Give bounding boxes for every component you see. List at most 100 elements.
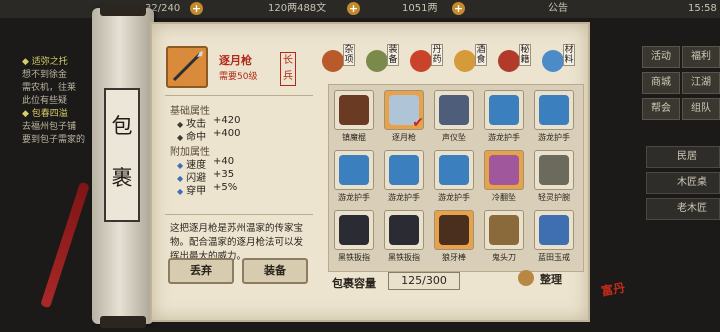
item-icon	[489, 215, 519, 245]
category-tab[interactable]: 材料	[542, 44, 588, 74]
item-icon	[339, 215, 369, 245]
location-row[interactable]: 民居	[646, 146, 720, 168]
divider	[165, 214, 313, 215]
attribute-value: +40	[213, 156, 235, 167]
item-icon	[489, 155, 519, 185]
inventory-slot[interactable]	[484, 210, 524, 250]
inventory-slot[interactable]	[334, 150, 374, 190]
item-icon	[389, 155, 419, 185]
selected-item-requirement: 需要50级	[219, 72, 258, 82]
item-icon	[339, 155, 369, 185]
item-icon	[539, 155, 569, 185]
item-name-label: 狼牙棒	[442, 253, 466, 262]
category-icon	[366, 50, 388, 72]
item-name-label: 黑铁扳指	[338, 253, 370, 262]
ranking-button[interactable]: 江湖	[682, 72, 720, 94]
spear-icon	[172, 51, 203, 82]
inventory-slot[interactable]	[384, 210, 424, 250]
clock: 15:58	[688, 3, 717, 14]
inventory-slot[interactable]	[434, 210, 474, 250]
selected-item-type: 长兵	[280, 52, 296, 86]
item-name-label: 游龙护手	[338, 193, 370, 202]
add-silver-button[interactable]: +	[347, 2, 360, 15]
category-icon	[498, 50, 520, 72]
category-tab[interactable]: 秘籍	[498, 44, 544, 74]
item-icon	[439, 155, 469, 185]
attribute-value: +400	[213, 128, 241, 139]
attribute-name: 命中	[186, 132, 207, 143]
capacity-label: 包裹容量	[332, 277, 376, 290]
equip-button[interactable]: 装备	[242, 258, 308, 284]
bag-title-char: 包	[111, 114, 133, 138]
scroll-tassel	[40, 181, 90, 309]
inventory-slot[interactable]	[484, 150, 524, 190]
category-tab[interactable]: 装备	[366, 44, 412, 74]
category-icon	[322, 50, 344, 72]
silver-readout: 120两488文	[268, 3, 327, 14]
item-name-label: 冷翻坠	[492, 193, 516, 202]
item-name-label: 逐月枪	[392, 133, 416, 142]
bag-icon	[518, 270, 534, 286]
right-side-menu: 活动 福利 商城 江湖 帮会 组队 民居 木匠桌 老木匠	[636, 38, 720, 298]
activity-button[interactable]: 活动	[642, 46, 680, 68]
quest-line: 需农机，往莱	[22, 83, 77, 93]
category-tab[interactable]: 丹药	[410, 44, 456, 74]
item-name-label: 游龙护手	[538, 133, 570, 142]
inventory-slot[interactable]	[534, 210, 574, 250]
add-gold-button[interactable]: +	[452, 2, 465, 15]
scroll-cap	[100, 4, 146, 16]
category-label: 酒食	[475, 44, 487, 66]
location-row[interactable]: 木匠桌	[646, 172, 720, 194]
inventory-slot[interactable]	[384, 150, 424, 190]
quest-line: 此位有些疑	[22, 96, 68, 106]
attribute-row: ◆ 命中 +400	[177, 128, 241, 143]
attribute-value: +420	[213, 115, 241, 126]
inventory-slot[interactable]	[534, 150, 574, 190]
party-button[interactable]: 组队	[682, 98, 720, 120]
attribute-value: +5%	[213, 182, 238, 193]
notice-button[interactable]: 公告	[548, 2, 568, 16]
category-icon	[410, 50, 432, 72]
selected-item-name: 逐月枪	[219, 54, 252, 67]
inventory-slot[interactable]	[434, 150, 474, 190]
item-icon	[439, 95, 469, 125]
item-icon	[389, 215, 419, 245]
category-label: 材料	[563, 44, 575, 66]
item-name-label: 蓝田玉戒	[538, 253, 570, 262]
welfare-button[interactable]: 福利	[682, 46, 720, 68]
item-icon	[539, 95, 569, 125]
guild-button[interactable]: 帮会	[642, 98, 680, 120]
attribute-value: +35	[213, 169, 235, 180]
sort-label: 整理	[540, 273, 562, 286]
gold-readout: 1051两	[402, 3, 438, 14]
item-name-label: 声仪坠	[442, 133, 466, 142]
add-stamina-button[interactable]: +	[190, 2, 203, 15]
discard-button[interactable]: 丢弃	[168, 258, 234, 284]
selected-check-icon: ✔	[412, 115, 424, 131]
item-name-label: 鬼头刀	[492, 253, 516, 262]
quest-title: ◆ 适弥之托	[22, 57, 68, 67]
inventory-slot[interactable]	[534, 90, 574, 130]
inventory-slot[interactable]	[484, 90, 524, 130]
category-label: 秘籍	[519, 44, 531, 66]
category-tab[interactable]: 杂项	[322, 44, 368, 74]
inventory-slot[interactable]: ✔	[384, 90, 424, 130]
category-tab[interactable]: 酒食	[454, 44, 500, 74]
quest-tracker[interactable]: ◆ 适弥之托 想不到徐金 需农机，往莱 此位有些疑 ◆ 包春四溢 去福州包子铺 …	[0, 56, 95, 166]
location-row[interactable]: 老木匠	[646, 198, 720, 220]
category-icon	[454, 50, 476, 72]
selected-item-icon	[166, 46, 208, 88]
item-name-label: 轻灵护腕	[538, 193, 570, 202]
inventory-slot[interactable]	[334, 90, 374, 130]
inventory-slot[interactable]	[434, 90, 474, 130]
sort-button[interactable]: 整理	[518, 268, 574, 290]
divider	[165, 95, 313, 96]
category-label: 丹药	[431, 44, 443, 66]
bag-title-label: 包 裹	[104, 88, 140, 222]
inventory-slot[interactable]	[334, 210, 374, 250]
scroll-cap	[100, 316, 146, 328]
item-icon	[539, 215, 569, 245]
quest-line: 去福州包子铺	[22, 122, 77, 132]
shop-button[interactable]: 商城	[642, 72, 680, 94]
item-name-label: 游龙护手	[488, 133, 520, 142]
